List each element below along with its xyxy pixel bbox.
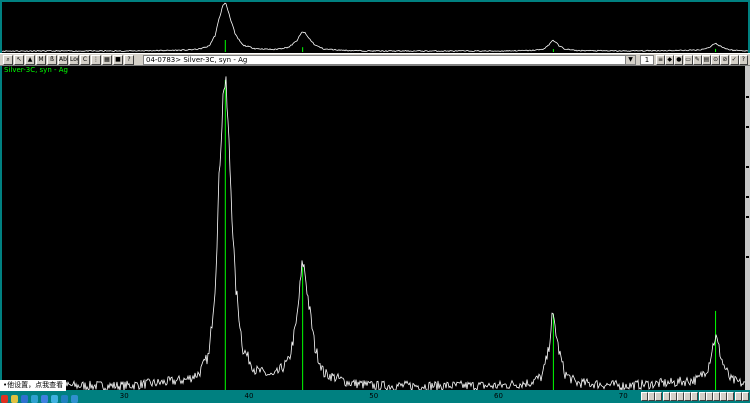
pattern-toolbar: ⌕↖▲MßAbLogC⋮▦■? 04-0783> Silver-3C, syn … <box>0 53 750 66</box>
x-tick-label-4: 70 <box>618 392 628 400</box>
edit-button[interactable]: ✎ <box>692 55 702 65</box>
overlay-button[interactable]: M <box>36 55 46 65</box>
folder-icon[interactable] <box>11 395 18 403</box>
x-tick-label-3: 60 <box>494 392 503 400</box>
window-icon[interactable] <box>61 395 68 403</box>
query-button[interactable]: ? <box>738 55 748 65</box>
forward-button[interactable] <box>734 392 742 401</box>
zoom-in-button[interactable] <box>641 392 648 401</box>
stack-button[interactable]: ◆ <box>665 55 675 65</box>
peak-button[interactable]: ▲ <box>25 55 35 65</box>
monitor-button[interactable]: ■ <box>113 55 123 65</box>
main-pattern-svg <box>1 76 749 392</box>
label-button[interactable]: ß <box>47 55 57 65</box>
vertical-scrollbar[interactable] <box>745 66 750 390</box>
help-button[interactable]: ? <box>124 55 134 65</box>
clear-button[interactable]: C <box>80 55 90 65</box>
print-button[interactable]: ▭ <box>683 55 693 65</box>
page-number-field[interactable]: 1 <box>640 55 654 65</box>
media-icon[interactable] <box>71 395 78 403</box>
pan-right-button[interactable] <box>662 392 670 401</box>
overview-pattern-svg <box>1 2 748 53</box>
prev-button[interactable] <box>698 392 706 401</box>
pdf-card-select[interactable]: 04-0783> Silver-3C, syn - Ag ▼ <box>143 55 636 65</box>
first-button[interactable] <box>691 392 699 401</box>
table-button[interactable]: ▦ <box>102 55 112 65</box>
x-axis: 30 40 50 60 70 <box>0 390 750 403</box>
copy-button[interactable] <box>677 392 684 401</box>
settings-icon[interactable] <box>31 395 38 403</box>
export-button[interactable]: ▤ <box>702 55 711 65</box>
app-icon[interactable] <box>41 395 48 403</box>
main-pattern-panel[interactable] <box>1 66 749 392</box>
taskbar-notification[interactable]: •他设置，点我查看 <box>0 380 67 391</box>
chat-icon[interactable] <box>51 395 58 403</box>
log-button[interactable]: Log <box>69 55 79 65</box>
accept-button[interactable]: ✓ <box>729 55 739 65</box>
fit-button[interactable] <box>669 392 677 401</box>
main-diffraction-curve <box>1 76 749 392</box>
x-tick-label-0: 30 <box>119 392 129 400</box>
scrollbar-ticks <box>746 96 749 258</box>
end-button[interactable] <box>741 392 749 401</box>
next-button[interactable] <box>705 392 713 401</box>
grid-button[interactable]: ⋮ <box>91 55 101 65</box>
search-button[interactable]: ⊙ <box>711 55 721 65</box>
globe-icon[interactable] <box>21 395 28 403</box>
cursor-button[interactable]: ↖ <box>14 55 24 65</box>
reset-button[interactable] <box>720 392 728 401</box>
overview-pattern-panel[interactable] <box>1 2 748 53</box>
stop-button[interactable]: ⊘ <box>720 55 730 65</box>
scale-button[interactable]: Ab <box>58 55 68 65</box>
record-icon[interactable] <box>1 395 8 403</box>
phase-label: Silver-3C, syn - Ag <box>4 66 68 74</box>
overview-diffraction-curve <box>1 2 748 53</box>
pdf-card-select-value: 04-0783> Silver-3C, syn - Ag <box>146 56 248 64</box>
zoom-button[interactable]: ⌕ <box>3 55 13 65</box>
last-button[interactable] <box>713 392 720 401</box>
back-button[interactable] <box>727 392 735 401</box>
print-button[interactable] <box>684 392 692 401</box>
zoom-out-button[interactable] <box>648 392 656 401</box>
pan-left-button[interactable] <box>655 392 663 401</box>
x-tick-label-2: 50 <box>369 392 379 400</box>
x-tick-label-1: 40 <box>244 392 254 400</box>
info-button[interactable]: ● <box>674 55 684 65</box>
list-button[interactable]: ≡ <box>656 55 665 65</box>
chevron-down-icon[interactable]: ▼ <box>625 56 635 64</box>
